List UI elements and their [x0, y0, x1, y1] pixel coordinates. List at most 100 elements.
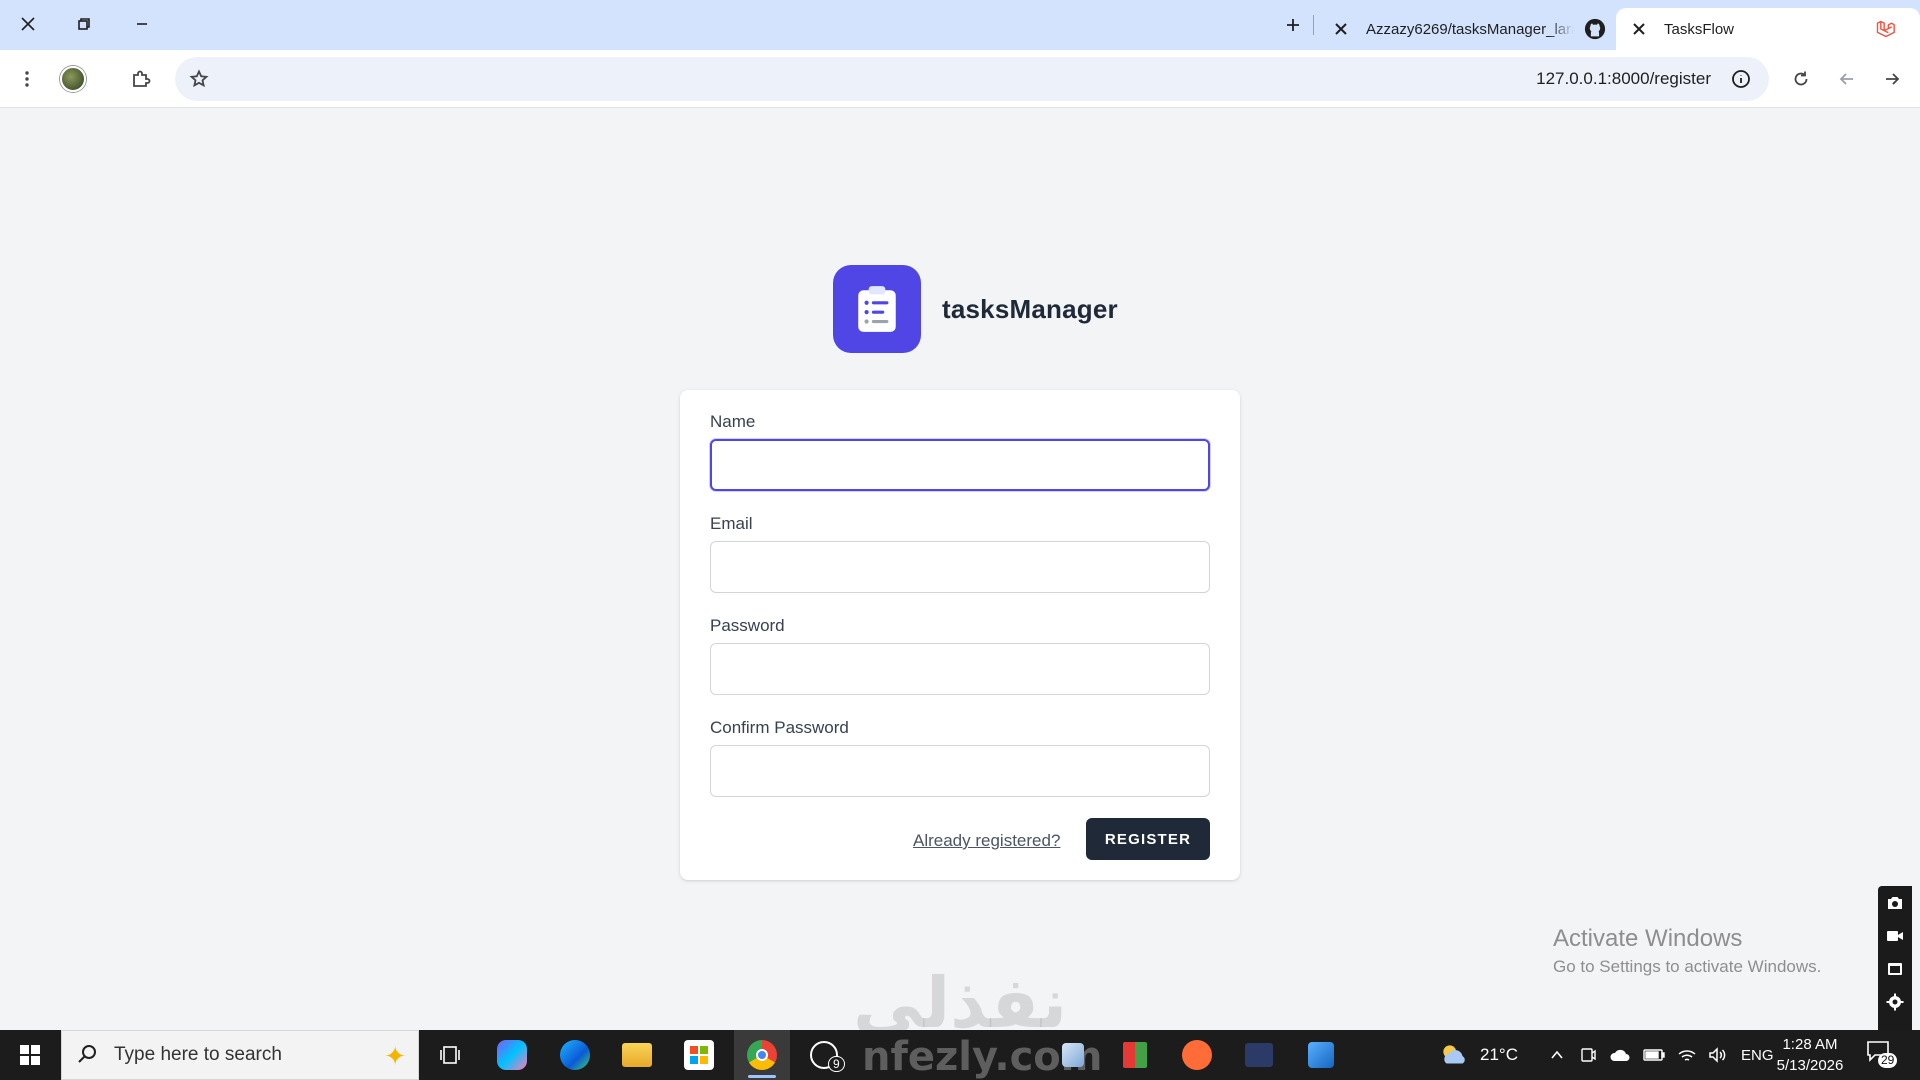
- time-text: 1:28 AM: [1782, 1036, 1838, 1053]
- bookmark-star-icon[interactable]: [189, 69, 209, 89]
- onedrive-icon[interactable]: [1609, 1046, 1631, 1064]
- browser-toolbar: 127.0.0.1:8000/register: [0, 50, 1920, 108]
- arrow-left-icon: [1839, 73, 1853, 85]
- taskbar-chrome[interactable]: [734, 1030, 790, 1080]
- search-icon: [76, 1043, 100, 1067]
- tab-close-button[interactable]: [1330, 18, 1352, 40]
- taskbar-edge[interactable]: [547, 1030, 603, 1080]
- register-button[interactable]: REGISTER: [1086, 818, 1210, 860]
- brand-name: tasksManager: [942, 293, 1118, 324]
- arrow-right-icon: [1886, 73, 1900, 85]
- confirm-password-input[interactable]: [710, 745, 1210, 797]
- site-info-icon[interactable]: [1731, 69, 1751, 89]
- minimize-icon: [137, 23, 147, 25]
- taskbar: Type here to search ✦ 9 nfezly.com 21°C …: [0, 1030, 1920, 1080]
- task-view-button[interactable]: [422, 1030, 478, 1080]
- extensions-button[interactable]: [123, 61, 159, 97]
- store-icon: [684, 1040, 714, 1070]
- restore-icon: [78, 18, 90, 30]
- copilot-icon: [497, 1040, 527, 1070]
- edge-icon: [560, 1040, 590, 1070]
- temperature-text: 21°C: [1480, 1045, 1518, 1064]
- tab-separator: [1313, 15, 1314, 35]
- profile-button[interactable]: [55, 61, 91, 97]
- cube-icon: [1062, 1043, 1084, 1067]
- password-label: Password: [710, 616, 785, 635]
- laravel-icon: [1874, 18, 1896, 40]
- taskbar-vscode-like[interactable]: [1231, 1030, 1287, 1080]
- capture-settings-button[interactable]: [1878, 985, 1912, 1018]
- taskbar-search[interactable]: Type here to search ✦: [61, 1030, 419, 1080]
- meet-now-icon[interactable]: [1579, 1046, 1597, 1064]
- postman-icon: [1182, 1040, 1212, 1070]
- window-capture-button[interactable]: [1878, 952, 1912, 985]
- tab-strip: Azzazy6269/tasksManager_larav TasksFlow: [0, 0, 1920, 50]
- activation-subtitle: Go to Settings to activate Windows.: [1553, 957, 1822, 976]
- name-label: Name: [710, 412, 756, 431]
- notification-count: 29: [1878, 1053, 1898, 1068]
- close-icon: [1335, 23, 1347, 35]
- reload-button[interactable]: [1783, 61, 1819, 97]
- camera-icon: [1888, 896, 1902, 909]
- taskbar-postman[interactable]: [1169, 1030, 1225, 1080]
- url-text[interactable]: 127.0.0.1:8000/register: [1536, 69, 1711, 89]
- taskbar-photos[interactable]: [1293, 1030, 1349, 1080]
- taskbar-store[interactable]: [671, 1030, 727, 1080]
- whatsapp-badge: 9: [828, 1056, 845, 1072]
- tab-close-button[interactable]: [1628, 18, 1650, 40]
- windows-logo-icon: [20, 1045, 40, 1065]
- confirm-password-label: Confirm Password: [710, 718, 849, 737]
- video-camera-icon: [1887, 930, 1903, 941]
- email-field-group: Email: [710, 514, 1210, 593]
- tab-github[interactable]: Azzazy6269/tasksManager_larav: [1318, 8, 1618, 50]
- restore-window-button[interactable]: [64, 8, 104, 40]
- taskbar-box-app[interactable]: [1045, 1030, 1101, 1080]
- volume-icon[interactable]: [1707, 1046, 1727, 1064]
- register-card: Name Email Password Confirm Password Alr…: [680, 390, 1240, 880]
- notification-center-button[interactable]: 29: [1866, 1040, 1900, 1070]
- name-input[interactable]: [710, 439, 1210, 491]
- tab-title: TasksFlow: [1664, 20, 1735, 38]
- task-view-icon: [440, 1046, 460, 1064]
- puzzle-icon: [133, 70, 151, 87]
- sparkle-icon: ✦: [384, 1041, 406, 1071]
- forward-button[interactable]: [1874, 61, 1910, 97]
- menu-button[interactable]: [9, 61, 45, 97]
- record-button[interactable]: [1878, 919, 1912, 952]
- active-indicator: [748, 1075, 776, 1078]
- chevron-up-icon[interactable]: [1549, 1047, 1565, 1063]
- address-bar[interactable]: 127.0.0.1:8000/register: [175, 57, 1769, 101]
- taskbar-copilot[interactable]: [484, 1030, 540, 1080]
- close-window-button[interactable]: [8, 8, 48, 40]
- search-placeholder: Type here to search: [114, 1044, 282, 1065]
- capture-toolbar: [1878, 886, 1912, 1036]
- window-icon: [1888, 962, 1902, 975]
- tiles-icon: [1123, 1042, 1147, 1068]
- password-input[interactable]: [710, 643, 1210, 695]
- screenshot-button[interactable]: [1878, 886, 1912, 919]
- minimize-window-button[interactable]: [122, 8, 162, 40]
- kebab-menu-icon: [25, 71, 29, 87]
- plus-icon: [1287, 19, 1299, 31]
- new-tab-button[interactable]: [1278, 10, 1308, 40]
- tab-tasksflow[interactable]: TasksFlow: [1616, 8, 1920, 50]
- date-text: 5/13/2026: [1776, 1057, 1844, 1074]
- clock[interactable]: 1:28 AM 5/13/2026: [1760, 1034, 1860, 1076]
- start-button[interactable]: [0, 1030, 60, 1080]
- photos-icon: [1308, 1042, 1334, 1068]
- tab-title: Azzazy6269/tasksManager_larav: [1366, 20, 1574, 38]
- password-field-group: Password: [710, 616, 1210, 695]
- taskbar-file-explorer[interactable]: [609, 1030, 665, 1080]
- already-registered-link[interactable]: Already registered?: [913, 831, 1060, 851]
- clipboard-icon[interactable]: [833, 265, 921, 353]
- battery-icon[interactable]: [1643, 1048, 1665, 1062]
- taskbar-whatsapp[interactable]: 9: [796, 1030, 852, 1080]
- chrome-icon: [747, 1040, 777, 1070]
- system-tray-icons: ENG: [1549, 1030, 1774, 1080]
- back-button[interactable]: [1829, 61, 1865, 97]
- email-input[interactable]: [710, 541, 1210, 593]
- taskbar-tiles-app[interactable]: [1107, 1030, 1163, 1080]
- brand-header: tasksManager: [833, 265, 1118, 353]
- wifi-icon[interactable]: [1677, 1046, 1697, 1064]
- weather-widget[interactable]: 21°C: [1438, 1030, 1518, 1080]
